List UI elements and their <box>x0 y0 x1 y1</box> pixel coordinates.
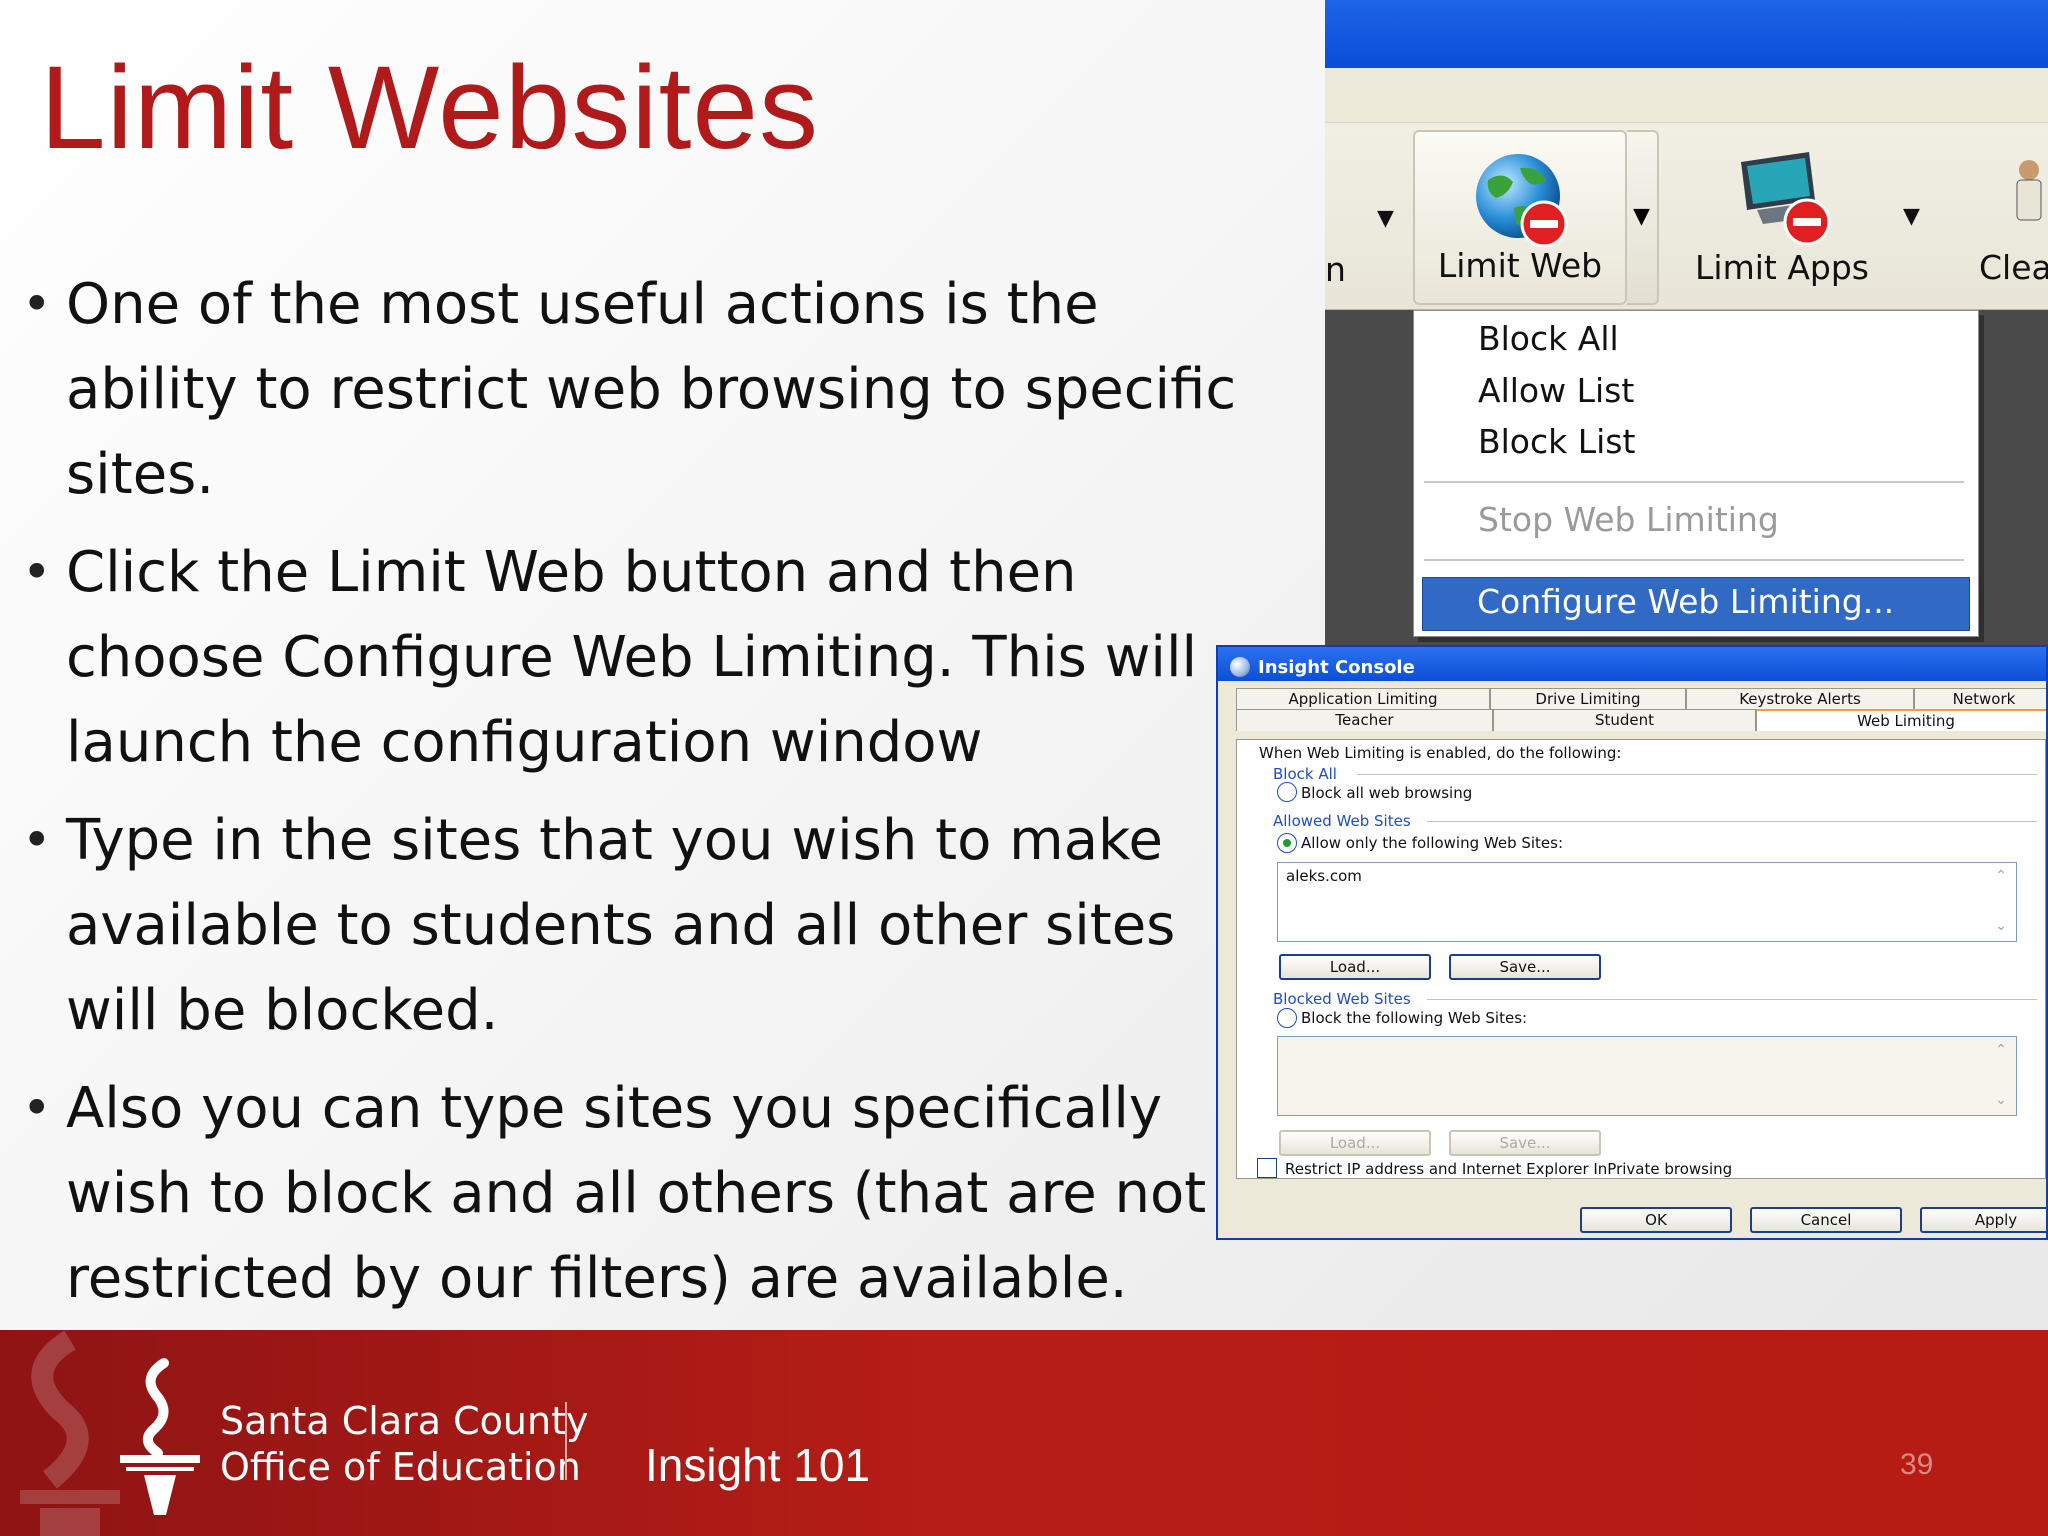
menu-item-configure-web-limiting[interactable]: Configure Web Limiting... <box>1422 577 1970 631</box>
chevron-down-icon[interactable]: ▼ <box>1903 204 1920 229</box>
menu-item-stop-web-limiting: Stop Web Limiting <box>1478 500 1779 539</box>
panel-intro: When Web Limiting is enabled, do the fol… <box>1259 744 1622 762</box>
insight-app-icon <box>1230 657 1250 677</box>
group-blocked-web-sites: Blocked Web Sites <box>1273 990 1411 1008</box>
bullet-item: One of the most useful actions is the ab… <box>22 262 1242 517</box>
blocked-load-button: Load... <box>1279 1130 1431 1156</box>
limit-web-menu: Block All Allow List Block List Stop Web… <box>1413 310 1979 637</box>
menu-item-allow-list[interactable]: Allow List <box>1478 371 1634 410</box>
org-name: Santa Clara County Office of Education <box>220 1398 588 1490</box>
scroll-up-icon[interactable]: ⌃ <box>1988 1039 2014 1063</box>
tab-student[interactable]: Student <box>1493 709 1756 731</box>
slide-footer: Santa Clara County Office of Education I… <box>0 1330 2048 1536</box>
clear-label: Clear <box>1979 248 2048 287</box>
scroll-down-icon[interactable]: ⌄ <box>1988 1089 2014 1113</box>
menu-item-block-list[interactable]: Block List <box>1478 422 1635 461</box>
monitor-no-entry-icon <box>1741 152 1831 246</box>
ghost-logo-icon <box>20 1330 120 1536</box>
menu-separator <box>1424 559 1964 561</box>
allowed-sites-textarea[interactable]: aleks.com ⌃ ⌄ <box>1277 862 2017 942</box>
allowed-sites-text: aleks.com <box>1286 867 1362 885</box>
tab-keystroke-alerts[interactable]: Keystroke Alerts <box>1686 688 1914 710</box>
allowed-load-button[interactable]: Load... <box>1279 954 1431 980</box>
limit-web-button[interactable]: Limit Web <box>1413 130 1627 305</box>
bullet-list: One of the most useful actions is the ab… <box>22 262 1242 1334</box>
blocked-save-button: Save... <box>1449 1130 1601 1156</box>
scroll-down-icon[interactable]: ⌄ <box>1988 915 2014 939</box>
limit-apps-button[interactable]: Limit Apps <box>1675 130 1889 305</box>
slide-title: Limit Websites <box>40 42 820 174</box>
bullet-item: Type in the sites that you wish to make … <box>22 798 1242 1053</box>
footer-divider <box>565 1402 567 1480</box>
restrict-ip-label: Restrict IP address and Internet Explore… <box>1285 1160 1733 1178</box>
limit-apps-label: Limit Apps <box>1695 248 1869 287</box>
tab-row-2: Teacher Student Web Limiting <box>1236 709 2046 731</box>
insight-console-dialog: Insight Console Application Limiting Dri… <box>1216 645 2048 1240</box>
allowed-save-button[interactable]: Save... <box>1449 954 1601 980</box>
block-list-label: Block the following Web Sites: <box>1301 1009 1528 1027</box>
dialog-titlebar: Insight Console <box>1218 647 2046 681</box>
bullet-item: Also you can type sites you specifically… <box>22 1066 1242 1321</box>
blocked-sites-textarea[interactable]: ⌃ ⌄ <box>1277 1036 2017 1116</box>
group-line <box>1427 821 2037 822</box>
tab-row-1: Application Limiting Drive Limiting Keys… <box>1236 688 2046 710</box>
limit-web-label: Limit Web <box>1437 246 1603 285</box>
apply-button[interactable]: Apply <box>1920 1207 2046 1233</box>
tab-drive-limiting[interactable]: Drive Limiting <box>1490 688 1686 710</box>
dialog-title: Insight Console <box>1258 656 1415 678</box>
tab-application-limiting[interactable]: Application Limiting <box>1236 688 1490 710</box>
person-icon <box>2016 160 2042 221</box>
org-line-2: Office of Education <box>220 1445 581 1489</box>
group-block-all: Block All <box>1273 765 1337 783</box>
restrict-ip-checkbox[interactable] <box>1257 1158 1277 1178</box>
globe-no-entry-icon <box>1476 154 1568 248</box>
group-line <box>1427 999 2037 1000</box>
group-line <box>1357 774 2037 775</box>
clear-button[interactable]: Clear <box>1949 130 2048 305</box>
allow-list-label: Allow only the following Web Sites: <box>1301 834 1564 852</box>
menu-item-label: Configure Web Limiting... <box>1477 582 1895 621</box>
menu-item-block-all[interactable]: Block All <box>1478 319 1619 358</box>
limit-web-dropdown-button[interactable]: ▼ <box>1627 130 1659 305</box>
course-name: Insight 101 <box>645 1439 871 1491</box>
allow-list-radio[interactable] <box>1277 833 1297 853</box>
torch-logo-icon <box>120 1358 200 1515</box>
cancel-button[interactable]: Cancel <box>1750 1207 1902 1233</box>
org-line-1: Santa Clara County <box>220 1399 589 1443</box>
tab-web-limiting[interactable]: Web Limiting <box>1756 709 2046 731</box>
group-allowed-web-sites: Allowed Web Sites <box>1273 812 1411 830</box>
block-all-label: Block all web browsing <box>1301 784 1473 802</box>
ok-button[interactable]: OK <box>1580 1207 1732 1233</box>
bullet-item: Click the Limit Web button and then choo… <box>22 530 1242 785</box>
window-titlebar <box>1325 0 2048 68</box>
menu-separator <box>1424 481 1964 483</box>
partial-button-label: n <box>1325 250 1346 289</box>
web-limiting-panel: When Web Limiting is enabled, do the fol… <box>1236 739 2046 1179</box>
scroll-up-icon[interactable]: ⌃ <box>1988 865 2014 889</box>
tab-teacher[interactable]: Teacher <box>1236 709 1493 731</box>
tab-network[interactable]: Network <box>1914 688 2046 710</box>
block-all-radio[interactable] <box>1277 782 1297 802</box>
dropdown-arrow-icon[interactable]: ▼ <box>1377 206 1394 231</box>
chevron-down-icon: ▼ <box>1633 204 1650 229</box>
block-list-radio[interactable] <box>1277 1008 1297 1028</box>
slide-number: 39 <box>1900 1448 1934 1481</box>
toolbar-strip <box>1325 68 2048 123</box>
